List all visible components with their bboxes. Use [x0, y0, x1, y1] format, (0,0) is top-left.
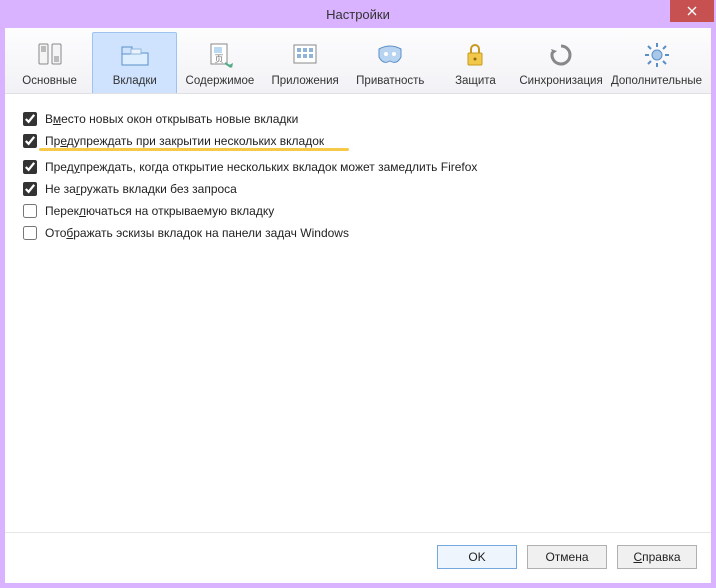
checkbox-show-previews[interactable] [23, 226, 37, 240]
label-warn-open-many[interactable]: Предупреждать, когда открытие нескольких… [45, 160, 477, 174]
tab-security[interactable]: Защита [433, 32, 518, 93]
gear-icon [641, 39, 673, 71]
category-toolbar: Основные Вкладки 页 Содержимое Приложения [5, 28, 711, 94]
checkbox-dont-load-until-selected[interactable] [23, 182, 37, 196]
tab-applications[interactable]: Приложения [263, 32, 348, 93]
cancel-button[interactable]: Отмена [527, 545, 607, 569]
tab-advanced[interactable]: Дополнительные [604, 32, 709, 93]
tab-tabs[interactable]: Вкладки [92, 32, 177, 93]
option-switch-to-new-tab: Переключаться на открываемую вкладку [23, 204, 693, 218]
switch-icon [34, 39, 66, 71]
checkbox-switch-to-new-tab[interactable] [23, 204, 37, 218]
tab-label: Вкладки [113, 75, 157, 87]
window-title: Настройки [0, 7, 716, 22]
tab-sync[interactable]: Синхронизация [518, 32, 604, 93]
label-show-previews[interactable]: Отображать эскизы вкладок на панели зада… [45, 226, 349, 240]
mask-icon [374, 39, 406, 71]
option-warn-close-multiple: Предупреждать при закрытии нескольких вк… [23, 134, 693, 148]
tab-content[interactable]: 页 Содержимое [177, 32, 262, 93]
option-open-new-tab: Вместо новых окон открывать новые вкладк… [23, 112, 693, 126]
document-icon: 页 [204, 39, 236, 71]
label-switch-to-new-tab[interactable]: Переключаться на открываемую вкладку [45, 204, 274, 218]
tab-label: Приложения [271, 75, 338, 87]
tab-general[interactable]: Основные [7, 32, 92, 93]
label-dont-load-until-selected[interactable]: Не загружать вкладки без запроса [45, 182, 237, 196]
help-button[interactable]: Справка [617, 545, 697, 569]
option-warn-open-many: Предупреждать, когда открытие нескольких… [23, 160, 693, 174]
sync-icon [545, 39, 577, 71]
label-warn-close-multiple[interactable]: Предупреждать при закрытии нескольких вк… [45, 134, 324, 148]
checkbox-open-new-tab[interactable] [23, 112, 37, 126]
dialog-footer: OK Отмена Справка [5, 532, 711, 583]
option-dont-load-until-selected: Не загружать вкладки без запроса [23, 182, 693, 196]
tab-label: Защита [455, 75, 496, 87]
tab-content-area: Вместо новых окон открывать новые вкладк… [5, 94, 711, 532]
titlebar: Настройки [0, 0, 716, 28]
lock-icon [459, 39, 491, 71]
ok-button[interactable]: OK [437, 545, 517, 569]
tab-label: Дополнительные [611, 75, 702, 87]
grid-icon [289, 39, 321, 71]
label-open-new-tab[interactable]: Вместо новых окон открывать новые вкладк… [45, 112, 298, 126]
tab-privacy[interactable]: Приватность [348, 32, 433, 93]
checkbox-warn-open-many[interactable] [23, 160, 37, 174]
tab-label: Основные [22, 75, 77, 87]
close-button[interactable] [670, 0, 714, 22]
tab-label: Содержимое [186, 75, 255, 87]
settings-window: Настройки Основные Вкладки 页 [0, 0, 716, 588]
tabs-icon [119, 39, 151, 71]
client-area: Основные Вкладки 页 Содержимое Приложения [5, 28, 711, 583]
highlight-underline [39, 148, 349, 151]
option-show-previews: Отображать эскизы вкладок на панели зада… [23, 226, 693, 240]
svg-text:页: 页 [214, 54, 223, 64]
checkbox-warn-close-multiple[interactable] [23, 134, 37, 148]
close-icon [687, 6, 697, 16]
tab-label: Синхронизация [519, 75, 602, 87]
tab-label: Приватность [356, 75, 424, 87]
